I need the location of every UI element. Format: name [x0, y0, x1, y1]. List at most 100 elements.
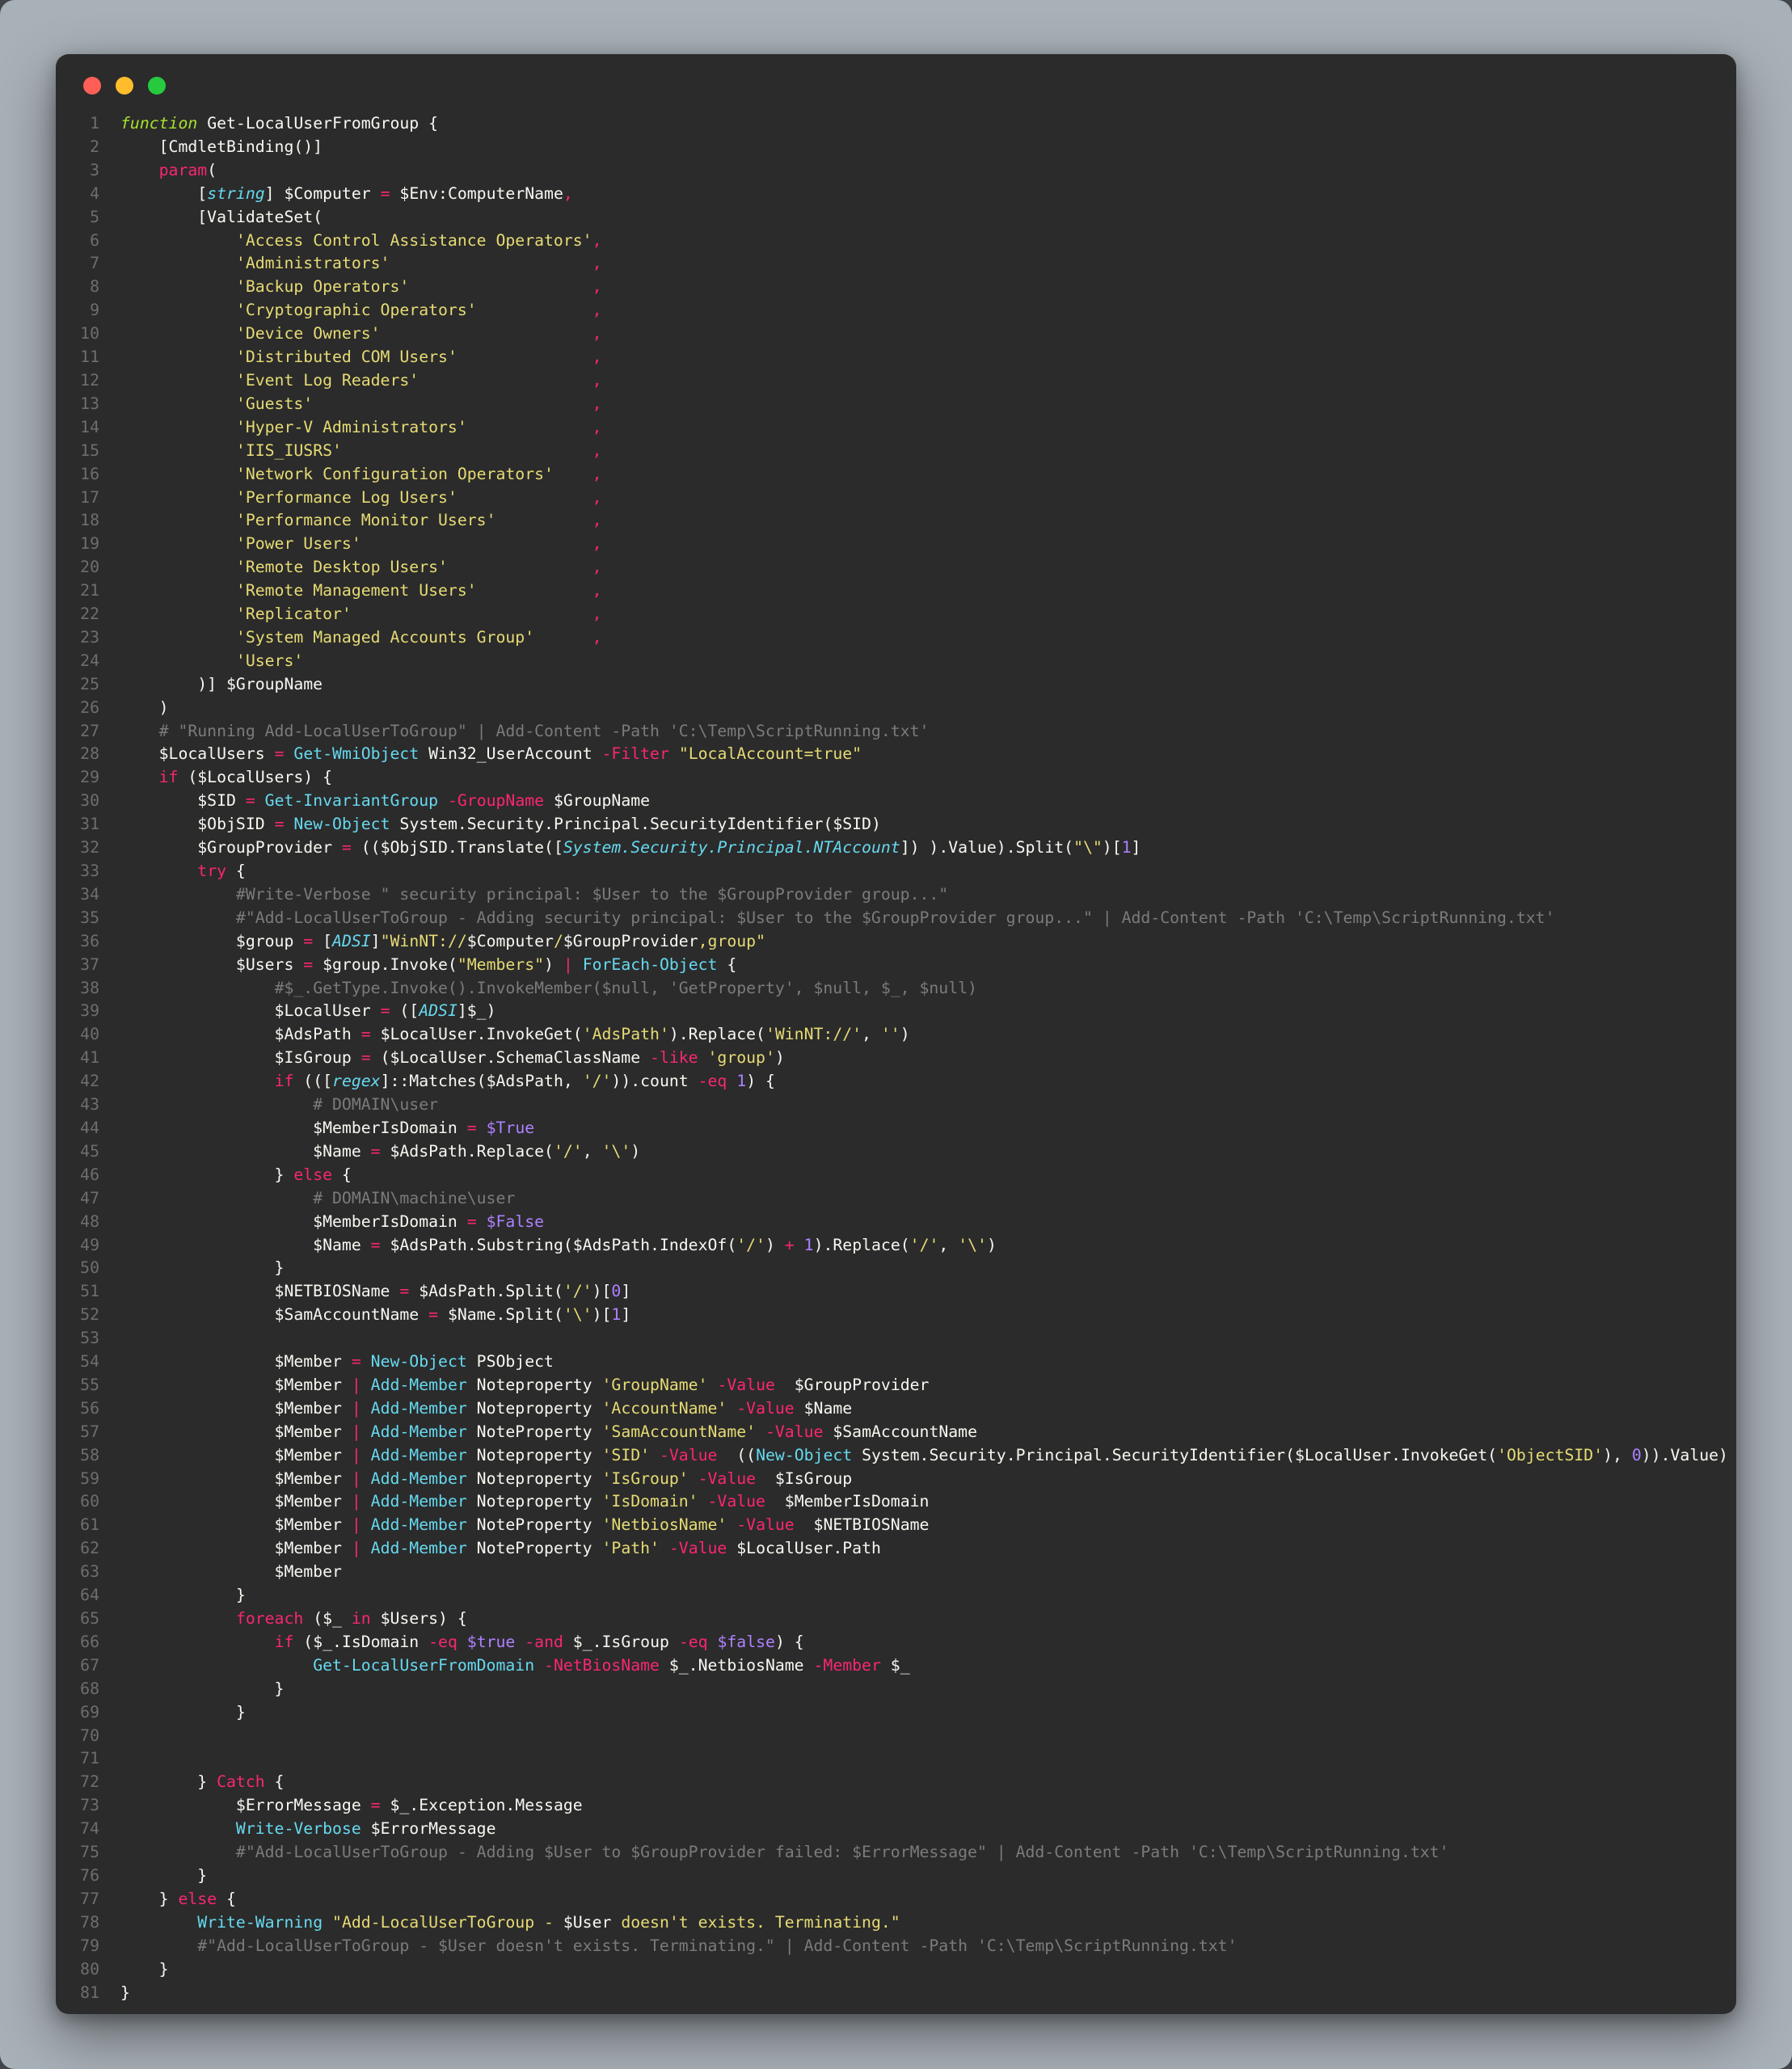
code-token: $Computer: [467, 932, 554, 950]
code-token: '/': [583, 1072, 612, 1090]
code-token: 1: [736, 1072, 746, 1090]
code-text: 'Hyper-V Administrators' ,: [120, 416, 602, 440]
code-text: $group = [ADSI]"WinNT://$Computer/$Group…: [120, 930, 765, 954]
code-text: $Member: [120, 1561, 342, 1584]
code-token: doesn't exists. Terminating.": [611, 1913, 900, 1932]
line-number: 39: [64, 1000, 99, 1023]
code-token: ,: [592, 231, 602, 250]
code-text: $LocalUsers = Get-WmiObject Win32_UserAc…: [120, 743, 862, 766]
line-number: 6: [64, 230, 99, 253]
code-token: $true: [467, 1633, 516, 1651]
code-token: -Value: [765, 1422, 823, 1441]
zoom-button[interactable]: [148, 77, 166, 95]
code-token: $false: [717, 1633, 774, 1651]
code-token: Add-Member: [371, 1422, 467, 1441]
code-line: 30 $SID = Get-InvariantGroup -GroupName …: [64, 790, 1727, 813]
code-token: [689, 1469, 698, 1488]
code-token: ),: [1603, 1446, 1632, 1464]
code-token: ]) ).Value).Split(: [900, 838, 1073, 857]
code-text: Write-Warning "Add-LocalUserToGroup - $U…: [120, 1911, 900, 1935]
code-token: 1: [611, 1305, 621, 1324]
code-text: $Member | Add-Member Noteproperty 'IsDom…: [120, 1490, 929, 1514]
code-token: [477, 581, 592, 600]
code-token: NoteProperty: [467, 1515, 602, 1534]
code-token: [120, 768, 159, 786]
minimize-button[interactable]: [116, 77, 133, 95]
code-token: -eq: [428, 1633, 457, 1651]
line-number: 56: [64, 1397, 99, 1421]
code-token: PSObject: [467, 1352, 554, 1371]
code-line: 58 $Member | Add-Member Noteproperty 'SI…: [64, 1444, 1727, 1468]
code-line: 57 $Member | Add-Member NoteProperty 'Sa…: [64, 1421, 1727, 1444]
code-token: # DOMAIN\user: [313, 1095, 438, 1114]
code-token: (: [207, 161, 217, 179]
code-token: }: [120, 1703, 246, 1721]
code-text: #Write-Verbose " security principal: $Us…: [120, 883, 948, 907]
line-number: 3: [64, 159, 99, 183]
code-text: $Name = $AdsPath.Replace('/', '\'): [120, 1140, 640, 1164]
code-token: ($_.IsDomain: [293, 1633, 428, 1651]
line-number: 61: [64, 1514, 99, 1537]
code-token: ForEach-Object: [583, 955, 718, 974]
code-token: =: [371, 1796, 381, 1814]
code-line: 36 $group = [ADSI]"WinNT://$Computer/$Gr…: [64, 930, 1727, 954]
code-token: -Filter: [602, 744, 669, 763]
code-line: 78 Write-Warning "Add-LocalUserToGroup -…: [64, 1911, 1727, 1935]
code-text: 'Cryptographic Operators' ,: [120, 299, 602, 322]
code-token: [323, 1913, 332, 1932]
code-token: ]: [621, 1305, 630, 1324]
code-text: } Catch {: [120, 1771, 284, 1794]
code-text: }: [120, 1701, 246, 1725]
code-line: 19 'Power Users' ,: [64, 533, 1727, 556]
code-token: -Value: [736, 1399, 794, 1418]
code-token: =: [342, 838, 352, 857]
line-number: 72: [64, 1771, 99, 1794]
code-token: $SID: [120, 791, 246, 810]
code-line: 81}: [64, 1982, 1727, 2005]
code-token: try: [197, 862, 226, 880]
code-token: [361, 1376, 371, 1394]
line-number: 78: [64, 1911, 99, 1935]
code-token: 'Power Users': [236, 534, 361, 553]
code-text: # "Running Add-LocalUserToGroup" | Add-C…: [120, 720, 929, 744]
code-editor[interactable]: 1function Get-LocalUserFromGroup {2 [Cmd…: [56, 95, 1736, 2014]
code-text: foreach ($_ in $Users) {: [120, 1608, 467, 1631]
code-token: [534, 1656, 544, 1675]
code-token: regex: [332, 1072, 381, 1090]
code-token: ,: [592, 465, 602, 483]
code-token: 'IIS_IUSRS': [236, 441, 342, 460]
code-line: 1function Get-LocalUserFromGroup {: [64, 112, 1727, 136]
code-text: if ($LocalUsers) {: [120, 766, 332, 790]
line-number: 32: [64, 836, 99, 860]
code-token: 1: [1122, 838, 1132, 857]
line-number: 19: [64, 533, 99, 556]
code-token: =: [381, 184, 390, 203]
code-token: [120, 254, 236, 272]
close-button[interactable]: [83, 77, 101, 95]
line-number: 57: [64, 1421, 99, 1444]
code-token: ,: [583, 1142, 602, 1161]
code-token: /: [554, 932, 563, 950]
code-token: [120, 1609, 236, 1628]
code-token: ,: [592, 254, 602, 272]
code-token: $Member: [120, 1492, 352, 1511]
code-token: )[: [592, 1282, 612, 1300]
code-token: }: [120, 1586, 246, 1604]
code-line: 12 'Event Log Readers' ,: [64, 369, 1727, 393]
code-token: if: [275, 1072, 294, 1090]
code-line: 62 $Member | Add-Member NoteProperty 'Pa…: [64, 1537, 1727, 1561]
code-token: 'Guests': [236, 394, 313, 413]
code-token: $ErrorMessage: [361, 1819, 496, 1838]
line-number: 26: [64, 697, 99, 720]
code-line: 42 if (([regex]::Matches($AdsPath, '/'))…: [64, 1070, 1727, 1093]
code-token: $SamAccountName: [120, 1305, 428, 1324]
code-text: 'IIS_IUSRS' ,: [120, 440, 602, 463]
line-number: 49: [64, 1234, 99, 1258]
code-text: $Name = $AdsPath.Substring($AdsPath.Inde…: [120, 1234, 997, 1258]
code-token: ADSI: [332, 932, 371, 950]
code-token: ) {: [746, 1072, 775, 1090]
code-token: $Member: [120, 1376, 352, 1394]
code-line: 73 $ErrorMessage = $_.Exception.Message: [64, 1794, 1727, 1818]
code-token: NoteProperty: [467, 1422, 602, 1441]
code-token: param: [159, 161, 208, 179]
